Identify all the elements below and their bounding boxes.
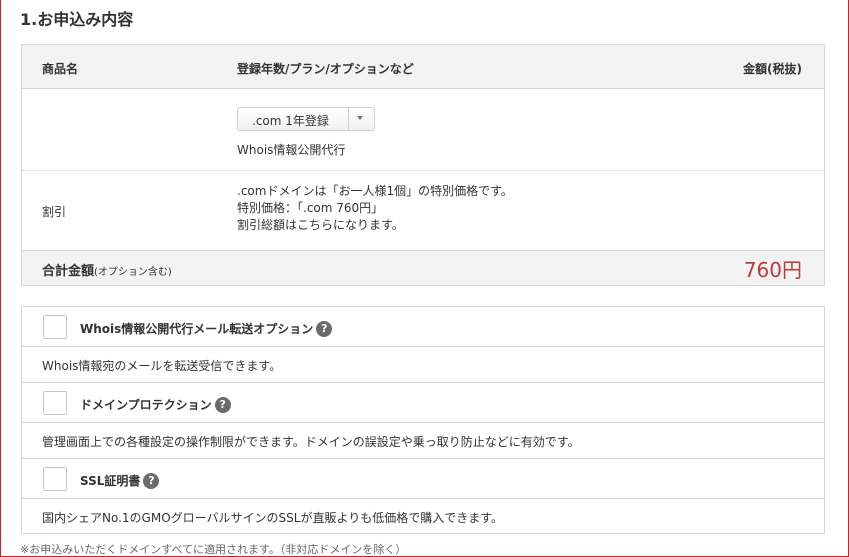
section-title: 1.お申込み内容 bbox=[20, 10, 134, 29]
option-row-ssl-certificate: SSL証明書? bbox=[22, 459, 824, 499]
discount-line: 特別価格：「.com 760円」 bbox=[237, 201, 384, 215]
caret-down-icon[interactable] bbox=[357, 116, 363, 120]
total-label: 合計金額(オプション含む) bbox=[42, 260, 172, 279]
question-circle-icon[interactable]: ? bbox=[316, 320, 333, 337]
table-header: 商品名 登録年数/プラン/オプションなど 金額(税抜) bbox=[22, 45, 824, 89]
question-circle-icon[interactable]: ? bbox=[143, 472, 160, 489]
option-description-row: 国内シェアNo.1のGMOグローバルサインのSSLが直販よりも低価格で購入できま… bbox=[22, 499, 824, 535]
total-price: 760円 bbox=[743, 258, 802, 282]
footnote: ※お申込みいただくドメインすべてに適用されます。（非対応ドメインを除く） bbox=[20, 543, 407, 556]
discount-line: 割引総額はこちらになります。 bbox=[237, 218, 404, 232]
total-note: (オプション含む) bbox=[94, 267, 172, 278]
option-row-whois-mail-forward: Whois情報公開代行メール転送オプション? bbox=[22, 307, 824, 347]
whois-mail-forward-checkbox[interactable] bbox=[43, 315, 67, 339]
discount-details: .comドメインは「お一人様1個」の特別価格です。 特別価格：「.com 760… bbox=[237, 183, 513, 234]
option-title-text: SSL証明書 bbox=[80, 474, 141, 488]
option-row-domain-protection: ドメインプロテクション? bbox=[22, 383, 824, 423]
option-description-row: 管理画面上での各種設定の操作制限ができます。ドメインの誤設定や乗っ取り防止などに… bbox=[22, 423, 824, 459]
option-title-text: ドメインプロテクション bbox=[80, 398, 212, 412]
option-title-text: Whois情報公開代行メール転送オプション bbox=[80, 322, 314, 336]
select-divider bbox=[348, 108, 349, 130]
option-description-row: Whois情報宛のメールを転送受信できます。 bbox=[22, 347, 824, 383]
discount-label: 割引 bbox=[42, 205, 67, 219]
option-title: Whois情報公開代行メール転送オプション? bbox=[80, 320, 333, 337]
plan-select-value: .com 1年登録 bbox=[252, 114, 329, 128]
options-table: Whois情報公開代行メール転送オプション? Whois情報宛のメールを転送受信… bbox=[21, 306, 825, 534]
ssl-certificate-checkbox[interactable] bbox=[43, 467, 67, 491]
question-circle-icon[interactable]: ? bbox=[214, 396, 231, 413]
option-title: SSL証明書? bbox=[80, 472, 160, 489]
total-label-text: 合計金額 bbox=[42, 264, 95, 279]
header-product-name: 商品名 bbox=[42, 62, 79, 76]
domain-protection-checkbox[interactable] bbox=[43, 391, 67, 415]
option-description: Whois情報宛のメールを転送受信できます。 bbox=[42, 359, 282, 373]
option-description: 管理画面上での各種設定の操作制限ができます。ドメインの誤設定や乗っ取り防止などに… bbox=[42, 435, 580, 449]
order-summary-table: 商品名 登録年数/プラン/オプションなど 金額(税抜) .com 1年登録 Wh… bbox=[21, 44, 825, 286]
option-description: 国内シェアNo.1のGMOグローバルサインのSSLが直販よりも低価格で購入できま… bbox=[42, 511, 504, 525]
total-row: 合計金額(オプション含む) 760円 bbox=[22, 251, 824, 285]
discount-row: 割引 .comドメインは「お一人様1個」の特別価格です。 特別価格：「.com … bbox=[22, 171, 824, 251]
header-plan: 登録年数/プラン/オプションなど bbox=[237, 62, 414, 76]
discount-line: .comドメインは「お一人様1個」の特別価格です。 bbox=[237, 184, 513, 198]
option-title: ドメインプロテクション? bbox=[80, 396, 231, 413]
plan-select[interactable]: .com 1年登録 bbox=[237, 107, 375, 131]
plan-row: .com 1年登録 Whois情報公開代行 bbox=[22, 89, 824, 171]
header-price: 金額(税抜) bbox=[743, 62, 802, 76]
whois-proxy-label: Whois情報公開代行 bbox=[237, 143, 346, 157]
